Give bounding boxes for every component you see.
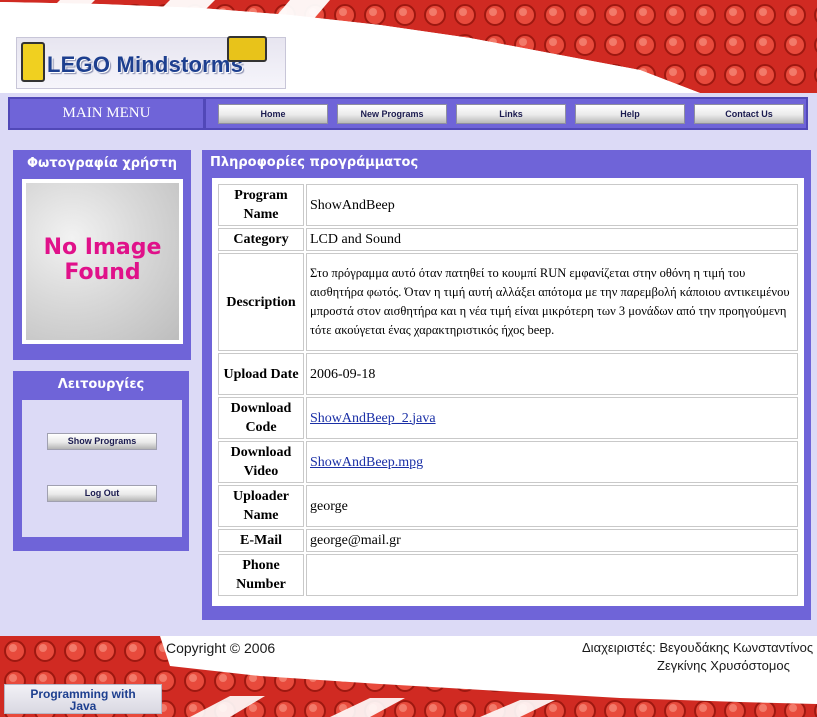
table-row: Uploader Name george xyxy=(218,485,798,527)
site-logo[interactable]: LEGO Mindstorms xyxy=(16,36,286,89)
functions-panel: Λειτουργίες Show Programs Log Out xyxy=(13,371,189,551)
table-row: Program Name ShowAndBeep xyxy=(218,184,798,226)
administrators-text: Διαχειριστές: Βεγουδάκης Κωνσταντίνος xyxy=(582,640,814,655)
program-info-panel: Πληροφορίες προγράμματος Program Name Sh… xyxy=(202,150,811,620)
row-label: Download Video xyxy=(218,441,304,483)
no-image-line2: Found xyxy=(64,260,141,285)
nav-contact-us-button[interactable]: Contact Us xyxy=(694,104,804,124)
description-value: Στο πρόγραμμα αυτό όταν πατηθεί το κουμπ… xyxy=(306,253,798,351)
row-label: E-Mail xyxy=(218,529,304,552)
programming-with-java-badge[interactable]: Programming with Java xyxy=(4,684,162,714)
category-value: LCD and Sound xyxy=(306,228,798,251)
table-row: Category LCD and Sound xyxy=(218,228,798,251)
download-code-link[interactable]: ShowAndBeep_2.java xyxy=(310,411,436,426)
nav-new-programs-button[interactable]: New Programs xyxy=(337,104,447,124)
row-label: Program Name xyxy=(218,184,304,226)
table-row: Download Video ShowAndBeep.mpg xyxy=(218,441,798,483)
row-label: Phone Number xyxy=(218,554,304,596)
phone-number-value xyxy=(306,554,798,596)
email-value: george@mail.gr xyxy=(306,529,798,552)
row-label: Uploader Name xyxy=(218,485,304,527)
table-row: Phone Number xyxy=(218,554,798,596)
program-name-value: ShowAndBeep xyxy=(306,184,798,226)
no-image-text: No Image Found xyxy=(26,235,179,285)
functions-title: Λειτουργίες xyxy=(57,377,145,392)
upload-date-value: 2006-09-18 xyxy=(306,353,798,395)
row-label: Download Code xyxy=(218,397,304,439)
robot-icon xyxy=(227,36,267,62)
download-video-cell: ShowAndBeep.mpg xyxy=(306,441,798,483)
row-label: Category xyxy=(218,228,304,251)
uploader-name-value: george xyxy=(306,485,798,527)
table-row: E-Mail george@mail.gr xyxy=(218,529,798,552)
download-video-link[interactable]: ShowAndBeep.mpg xyxy=(310,455,423,470)
badge-line2: Java xyxy=(69,699,97,713)
nav-help-button[interactable]: Help xyxy=(575,104,685,124)
user-photo-title: Φωτογραφία χρήστη xyxy=(27,156,177,171)
robot-icon xyxy=(21,42,45,82)
main-menu-label: MAIN MENU xyxy=(62,105,151,121)
copyright-text: Copyright © 2006 xyxy=(166,640,276,656)
download-code-cell: ShowAndBeep_2.java xyxy=(306,397,798,439)
nav-home-button[interactable]: Home xyxy=(218,104,328,124)
show-programs-button[interactable]: Show Programs xyxy=(47,433,157,450)
no-image-line1: No Image xyxy=(43,235,162,260)
user-photo-panel: Φωτογραφία χρήστη No Image Found xyxy=(13,150,191,360)
program-info-table-wrap: Program Name ShowAndBeep Category LCD an… xyxy=(212,178,804,606)
program-info-title: Πληροφορίες προγράμματος xyxy=(210,155,419,170)
functions-panel-body: Show Programs Log Out xyxy=(22,400,182,537)
site-footer: Copyright © 2006 Διαχειριστές: Βεγουδάκη… xyxy=(0,636,817,717)
nav-button-bar: Home New Programs Links Help Contact Us xyxy=(204,97,808,130)
site-header: LEGO Mindstorms xyxy=(0,0,817,93)
main-menu-box: MAIN MENU xyxy=(8,97,205,130)
row-label: Upload Date xyxy=(218,353,304,395)
nav-links-button[interactable]: Links xyxy=(456,104,566,124)
logo-text: LEGO Mindstorms xyxy=(47,52,244,77)
log-out-button[interactable]: Log Out xyxy=(47,485,157,502)
table-row: Download Code ShowAndBeep_2.java xyxy=(218,397,798,439)
top-navigation: MAIN MENU Home New Programs Links Help C… xyxy=(6,97,809,130)
row-label: Description xyxy=(218,253,304,351)
program-info-table: Program Name ShowAndBeep Category LCD an… xyxy=(216,182,800,598)
no-image-placeholder: No Image Found xyxy=(26,183,179,340)
table-row: Upload Date 2006-09-18 xyxy=(218,353,798,395)
user-photo-frame: No Image Found xyxy=(22,179,183,344)
table-row: Description Στο πρόγραμμα αυτό όταν πατη… xyxy=(218,253,798,351)
administrator-2-text: Ζεγκίνης Χρυσόστομος xyxy=(657,658,790,673)
